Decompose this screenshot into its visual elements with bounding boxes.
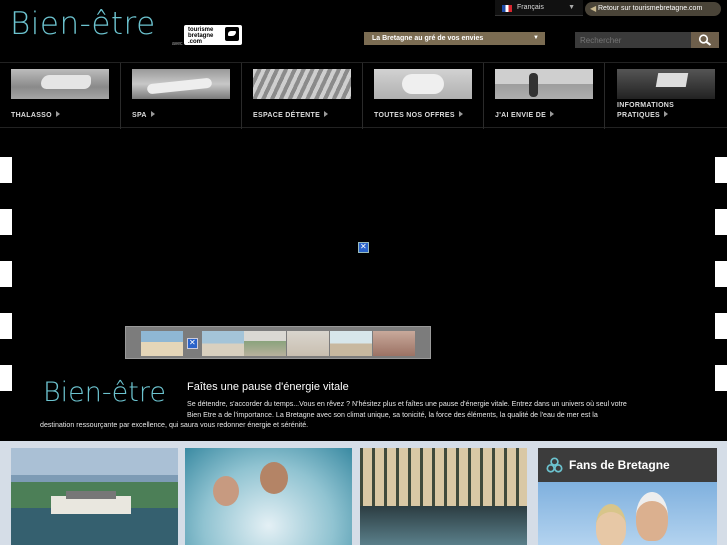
informations-thumbnail xyxy=(617,69,715,99)
slideshow-thumb[interactable] xyxy=(202,331,244,356)
film-hole xyxy=(0,313,12,339)
featured-card-coast-hotel[interactable] xyxy=(11,448,178,545)
slideshow-thumb[interactable] xyxy=(244,331,286,356)
language-label: Français xyxy=(517,4,544,11)
film-hole xyxy=(715,157,727,183)
spa-thumbnail xyxy=(132,69,230,99)
back-link-label: Retour sur tourismebretagne.com xyxy=(598,5,703,12)
nav-label-thalasso: THALASSO xyxy=(11,112,52,119)
arrow-left-icon: ◀ xyxy=(590,4,597,13)
fans-photo xyxy=(538,482,717,545)
nav-item-spa[interactable]: SPA xyxy=(121,63,242,129)
film-hole xyxy=(715,261,727,287)
site-logo[interactable]: Bien-être xyxy=(10,6,156,42)
envies-dropdown-label: La Bretagne au gré de vos envies xyxy=(372,35,484,42)
hero-banner: Bien-être Faîtes une pause d'énergie vit… xyxy=(0,129,727,441)
film-hole xyxy=(0,209,12,235)
espace-detente-thumbnail xyxy=(253,69,351,99)
triskell-icon xyxy=(546,457,563,473)
chevron-down-icon: ▼ xyxy=(533,35,539,41)
hero-text-line: destination ressourçante par excellence,… xyxy=(40,421,309,430)
featured-card-pool[interactable] xyxy=(360,448,527,545)
film-hole xyxy=(715,365,727,391)
slideshow-thumb[interactable] xyxy=(141,331,183,356)
thalasso-thumbnail xyxy=(11,69,109,99)
nav-label-spa: SPA xyxy=(132,112,147,119)
envie-de-thumbnail xyxy=(495,69,593,99)
search-icon xyxy=(698,34,712,46)
bretagne-map-icon xyxy=(225,27,239,41)
film-hole xyxy=(715,209,727,235)
nav-label-espace-detente: ESPACE DÉTENTE xyxy=(253,112,321,119)
main-nav: THALASSO SPA ESPACE DÉTENTE TOUTES NOS O… xyxy=(0,62,727,129)
nav-item-envie-de[interactable]: J'AI ENVIE DE xyxy=(484,63,605,129)
slideshow-thumb[interactable] xyxy=(330,331,372,356)
partner-avec-label: avec xyxy=(172,41,183,47)
nav-item-thalasso[interactable]: THALASSO xyxy=(0,63,121,129)
hero-description: Se détendre, s'accorder du temps...Vous … xyxy=(40,399,712,431)
envies-dropdown[interactable]: La Bretagne au gré de vos envies ▼ xyxy=(364,32,545,45)
arrow-right-icon xyxy=(55,111,60,117)
arrow-right-icon xyxy=(550,111,555,117)
language-selector[interactable]: Français ▼ xyxy=(495,0,583,16)
arrow-right-icon xyxy=(150,111,155,117)
film-hole xyxy=(0,157,12,183)
featured-section: Fans de Bretagne xyxy=(0,441,727,545)
hero-logo: Bien-être xyxy=(43,377,166,408)
chevron-down-icon: ▼ xyxy=(568,4,575,11)
offres-thumbnail xyxy=(374,69,472,99)
broken-image-icon xyxy=(358,242,369,253)
arrow-right-icon xyxy=(458,111,463,117)
broken-image-icon xyxy=(187,338,198,349)
film-hole xyxy=(0,261,12,287)
hero-text-line: Se détendre, s'accorder du temps...Vous … xyxy=(187,400,627,408)
fans-header: Fans de Bretagne xyxy=(538,448,717,482)
nav-label-informations: INFORMATIONS xyxy=(617,102,675,109)
fans-title: Fans de Bretagne xyxy=(569,458,670,472)
search-button[interactable] xyxy=(691,32,719,48)
film-hole xyxy=(0,365,12,391)
tourisme-bretagne-logo[interactable]: tourisme bretagne .com xyxy=(184,25,242,45)
nav-item-informations-pratiques[interactable]: INFORMATIONS PRATIQUES xyxy=(605,63,727,129)
hero-text-line: Bien Etre a de l'importance. La Bretagne… xyxy=(187,410,598,419)
partner-logo-text: tourisme bretagne .com xyxy=(188,27,214,45)
nav-label-pratiques: PRATIQUES xyxy=(617,112,661,119)
arrow-right-icon xyxy=(664,111,669,117)
nav-label-offres: TOUTES NOS OFFRES xyxy=(374,112,455,119)
search-input[interactable] xyxy=(575,32,691,48)
back-to-tourismebretagne-link[interactable]: ◀ Retour sur tourismebretagne.com xyxy=(585,2,721,16)
header: Bien-être avec tourisme bretagne .com Fr… xyxy=(0,0,727,62)
nav-item-espace-detente[interactable]: ESPACE DÉTENTE xyxy=(242,63,363,129)
slideshow-thumb[interactable] xyxy=(287,331,329,356)
nav-label-envie-de: J'AI ENVIE DE xyxy=(495,112,547,119)
fans-de-bretagne-widget[interactable]: Fans de Bretagne xyxy=(538,448,717,545)
french-flag-icon xyxy=(502,5,512,12)
slideshow-thumbnail-strip xyxy=(125,326,431,359)
nav-item-toutes-nos-offres[interactable]: TOUTES NOS OFFRES xyxy=(363,63,484,129)
hero-title: Faîtes une pause d'énergie vitale xyxy=(187,381,349,393)
featured-card-jacuzzi[interactable] xyxy=(185,448,352,545)
slideshow-thumb[interactable] xyxy=(373,331,415,356)
arrow-right-icon xyxy=(324,111,329,117)
film-hole xyxy=(715,313,727,339)
